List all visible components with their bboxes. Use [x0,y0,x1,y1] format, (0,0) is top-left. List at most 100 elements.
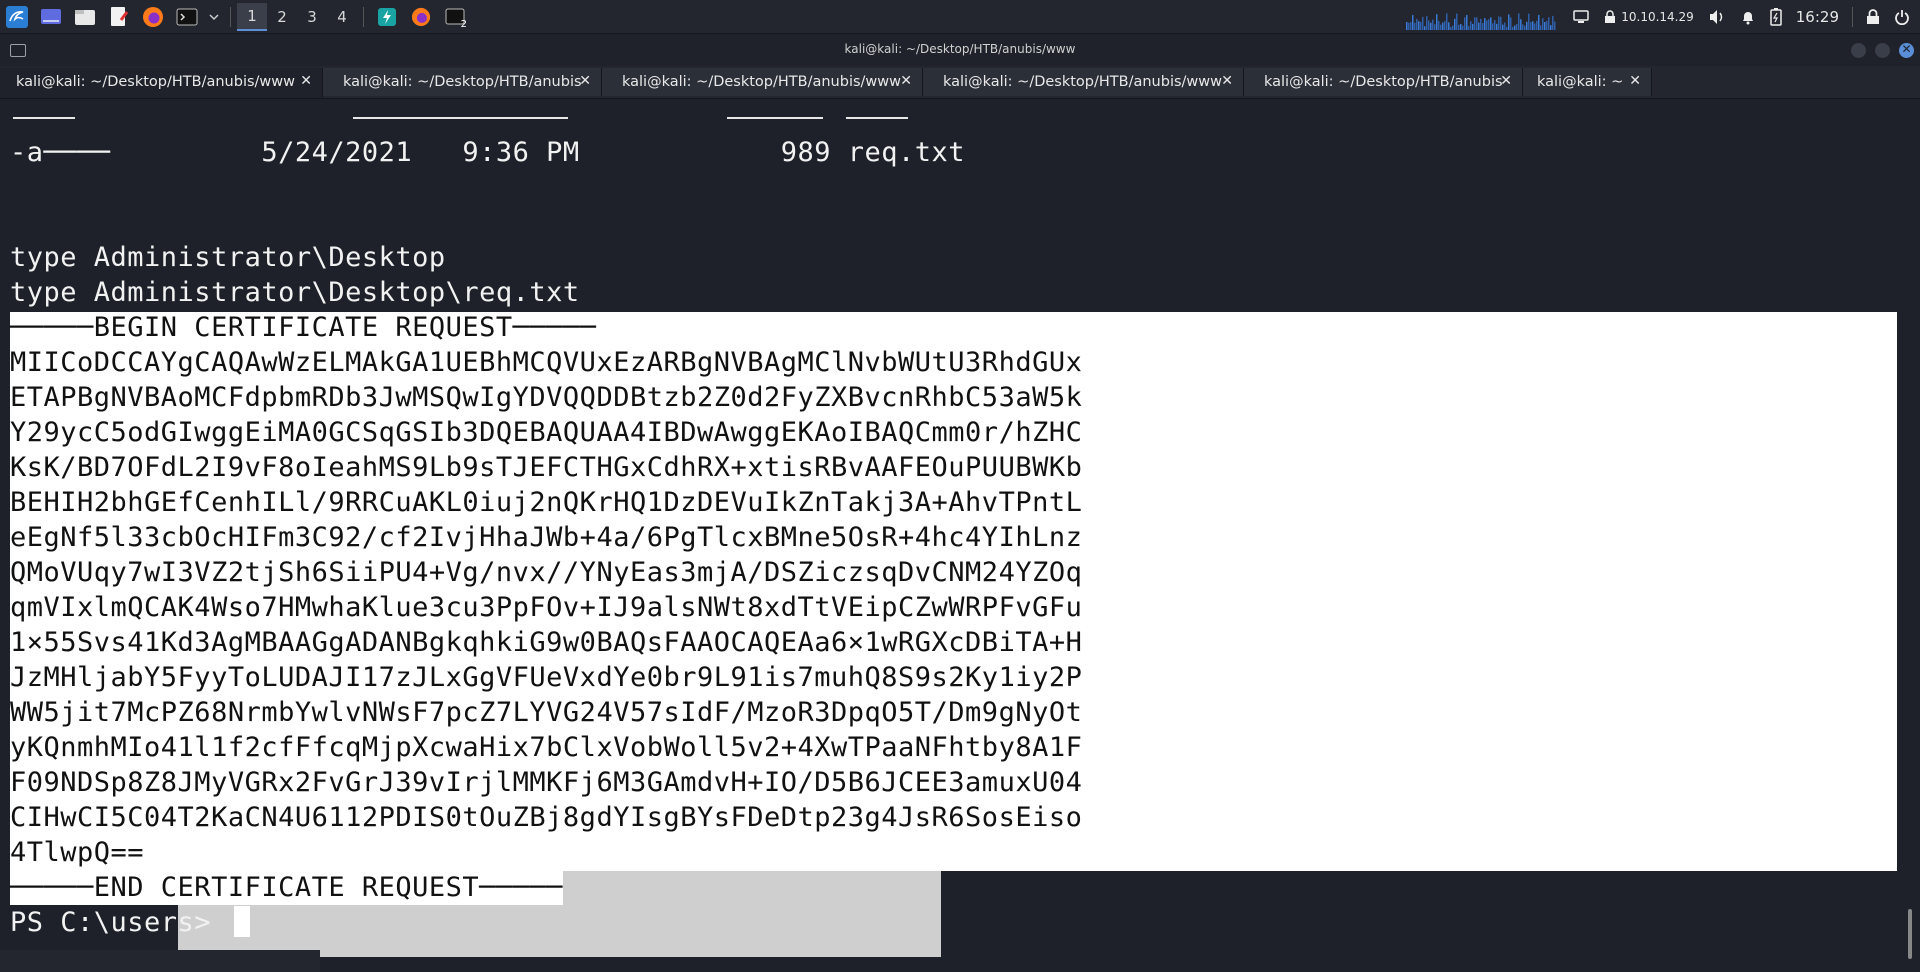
tab-terminal-4[interactable]: kali@kali: ~/Desktop/HTB/anubis/www ✕ [923,68,1244,96]
tab-close-icon[interactable]: ✕ [1500,73,1512,89]
monitor-icon[interactable] [1573,0,1589,33]
underline-fragment [846,117,908,119]
network-graph-bar [1516,23,1518,30]
network-graph-bar [1548,16,1550,30]
firefox-icon[interactable] [139,3,167,31]
csr-line: ETAPBgNVBAoMCFdpbmRDb3JwMSQwIgYDVQQDDBtz… [10,382,1083,413]
network-graph-bar [1456,13,1458,30]
network-graph-bar [1412,14,1414,30]
workspace-1[interactable]: 1 [237,2,267,31]
network-graph-bar [1500,16,1502,30]
network-graph-bar [1532,20,1534,30]
network-graph-bar [1518,12,1520,30]
tab-terminal-2[interactable]: kali@kali: ~/Desktop/HTB/anubis ✕ [323,68,602,96]
workspace-3[interactable]: 3 [297,3,327,31]
kali-menu-icon[interactable] [3,3,31,31]
csr-line: KsK/BD7OFdL2I9vF8oIeahMS9Lb9sTJEFCTHGxCd… [10,452,1083,483]
window-titlebar[interactable]: kali@kali: ~/Desktop/HTB/anubis/www ✕ [0,34,1920,66]
vpn-lock-icon [1605,9,1616,23]
text-cursor [233,906,250,937]
csr-line: eEgNf5l33cbOcHIFm3C92/cf2IvjHhaJWb+4a/6P… [10,522,1083,553]
lock-screen-icon[interactable] [1866,0,1880,33]
tab-label: kali@kali: ~/Desktop/HTB/anubis [1264,74,1503,90]
window-count-badge: 2 [460,18,467,30]
minimize-button[interactable] [1851,43,1866,58]
network-graph-bar [1478,22,1480,30]
tab-label: kali@kali: ~/Desktop/HTB/anubis/www [943,74,1222,90]
csr-line: qmVIxlmQCAK4Wso7HMwhaKlue3cu3PpFOv+IJ9al… [10,592,1083,623]
tab-label: kali@kali: ~/Desktop/HTB/anubis/www [16,74,295,90]
tab-close-icon[interactable]: ✕ [900,73,912,89]
network-graph-bar [1486,19,1488,30]
tab-terminal-3[interactable]: kali@kali: ~/Desktop/HTB/anubis/www ✕ [602,68,923,96]
network-graph-bar [1530,21,1532,30]
csr-line: QMoVUqy7wI3VZ2tjSh6SiiPU4+Vg/nvx//YNyEas… [10,557,1083,588]
network-graph-bar [1476,16,1478,30]
system-tray: 10.10.14.29 16:29 [1406,0,1920,33]
network-graph-bar [1538,14,1540,30]
csr-line: Y29ycC5odGIwggEiMA0GCSqGSIb3DQEBAQUAA4IB… [10,417,1083,448]
network-graph-bar [1444,20,1446,30]
csr-line: 1×55Svs41Kd3AgMBAAGgADANBgkqhkiG9w0BAQsF… [10,627,1083,658]
show-desktop-icon[interactable] [37,3,65,31]
tab-close-icon[interactable]: ✕ [1221,73,1233,89]
workspace-2[interactable]: 2 [267,3,297,31]
network-graph-bar [1464,16,1466,30]
network-graph-bar [1492,22,1494,30]
terminal-window-icon[interactable]: 2 [441,3,469,31]
network-graph-bar [1448,21,1450,30]
panel-separator [363,6,364,27]
network-graph-bar [1410,21,1412,30]
file-manager-icon[interactable] [71,3,99,31]
network-graph-bar [1546,20,1548,30]
close-button[interactable]: ✕ [1899,42,1914,58]
tab-terminal-1[interactable]: kali@kali: ~/Desktop/HTB/anubis/www ✕ [0,68,323,98]
tab-close-icon[interactable]: ✕ [1629,73,1641,89]
scrollbar[interactable] [1908,909,1912,959]
network-graph-bar [1418,20,1420,30]
tab-close-icon[interactable]: ✕ [300,73,312,89]
network-graph-bar [1432,19,1434,30]
underline-fragment [353,117,568,119]
csr-begin-line: ─────BEGIN CERTIFICATE REQUEST───── [10,312,597,343]
network-graph-bar [1468,25,1470,30]
terminal-launcher-icon[interactable] [173,3,201,31]
clock[interactable]: 16:29 [1796,0,1839,33]
panel-separator [1852,6,1853,27]
network-graph-bar [1542,17,1544,30]
prompt-line[interactable]: PS C:\users> [10,905,250,940]
tab-label: kali@kali: ~ [1537,74,1624,90]
maximize-button[interactable] [1875,43,1890,58]
csr-line: MIICoDCCAYgCAQAwWzELMAkGA1UEBhMCQVUxEzAR… [10,347,1083,378]
tab-terminal-6[interactable]: kali@kali: ~ ✕ [1523,68,1652,96]
volume-icon[interactable] [1708,0,1726,33]
csr-line: 4TlwpQ== [10,837,145,868]
background-artifact [0,950,320,972]
chevron-down-icon[interactable] [207,3,221,31]
tab-terminal-5[interactable]: kali@kali: ~/Desktop/HTB/anubis ✕ [1244,68,1523,96]
tab-label: kali@kali: ~/Desktop/HTB/anubis [343,74,582,90]
vpn-ip-text: 10.10.14.29 [1621,9,1694,24]
network-graph-bar [1550,24,1552,30]
network-graph-bar [1420,21,1422,30]
network-graph-bar [1554,21,1556,30]
notifications-bell-icon[interactable] [1740,0,1756,33]
workspace-4[interactable]: 4 [327,3,357,31]
network-graph-bar [1508,13,1510,30]
network-graph-bar [1520,18,1522,30]
csr-line: F09NDSp8Z8JMyVGRx2FvGrJ39vIrjlMMKFj6M3GA… [10,767,1083,798]
network-graph-bar [1428,19,1430,30]
tab-label: kali@kali: ~/Desktop/HTB/anubis/www [622,74,901,90]
tab-close-icon[interactable]: ✕ [579,73,591,89]
terminal-output[interactable]: -a──── 5/24/2021 9:36 PM 989 req.txt typ… [0,99,1920,972]
network-graph-bar [1498,15,1500,30]
network-graph-bar [1480,18,1482,30]
firefox-window-icon[interactable] [407,3,435,31]
power-icon[interactable] [1894,0,1910,33]
vpn-ip-indicator[interactable]: 10.10.14.29 [1603,0,1694,33]
burp-icon[interactable] [373,3,401,31]
network-graph-bar [1438,20,1440,30]
text-editor-icon[interactable] [105,3,133,31]
battery-icon[interactable] [1770,0,1782,33]
command-line: type Administrator\Desktop [10,242,446,273]
